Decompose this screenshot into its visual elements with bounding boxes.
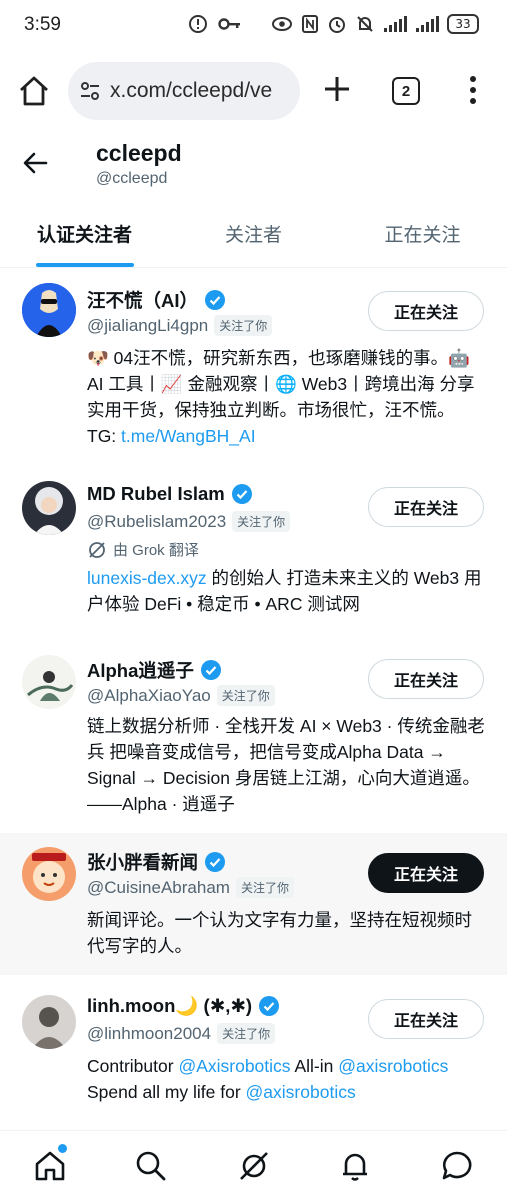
notifications-icon[interactable] [338, 1149, 372, 1183]
verified-badge-icon [231, 484, 252, 504]
url-text[interactable]: x.com/ccleepd/ve [110, 79, 272, 103]
verified-badge-icon [205, 290, 226, 310]
home-icon[interactable] [33, 1149, 67, 1183]
bio-link[interactable]: t.me/WangBH_AI [121, 426, 256, 446]
follows-you-badge: 关注了你 [235, 877, 294, 898]
avatar[interactable] [22, 847, 76, 901]
signal-icon [416, 16, 439, 32]
tab-followers[interactable]: 关注者 [169, 200, 338, 267]
eye-icon [272, 17, 292, 31]
back-arrow-icon[interactable] [22, 150, 48, 176]
search-icon[interactable] [134, 1149, 168, 1183]
more-menu-icon[interactable] [462, 74, 484, 106]
bio-mention[interactable]: @axisrobotics [246, 1082, 356, 1102]
avatar[interactable] [22, 655, 76, 709]
user-bio: 🐶 04汪不慌，研究新东西，也琢磨赚钱的事。🤖 AI 工具丨📈 金融观察丨🌐 W… [87, 348, 475, 446]
follows-you-badge: 关注了你 [232, 511, 291, 532]
status-bar: 3:59 33 [0, 0, 507, 52]
bio-mention[interactable]: @Axisrobotics [178, 1056, 290, 1076]
messages-icon[interactable] [440, 1149, 474, 1183]
battery-icon: 33 [447, 14, 479, 34]
user-name: linh.moon🌙 (✱,✱) [87, 995, 253, 1016]
bio-mention[interactable]: @axisrobotics [338, 1056, 448, 1076]
user-bio: Contributor @Axisrobotics All-in @axisro… [87, 1056, 449, 1102]
avatar[interactable] [22, 995, 76, 1049]
mute-icon [357, 16, 373, 32]
new-tab-icon[interactable] [322, 74, 352, 104]
verified-badge-icon [200, 660, 221, 680]
user-row[interactable]: MD Rubel Islam @Rubelislam2023 关注了你 正在关注… [0, 467, 507, 641]
follows-you-badge: 关注了你 [216, 685, 275, 706]
user-handle: @linhmoon2004 [87, 1023, 212, 1043]
user-row[interactable]: 汪不慌（AI） @jialiangLi4gpn 关注了你 正在关注 🐶 04汪不… [0, 269, 507, 467]
grok-translation-label[interactable]: 由 Grok 翻译 [113, 539, 199, 560]
following-button[interactable]: 正在关注 [368, 487, 484, 527]
alarm-icon [329, 17, 345, 33]
profile-handle: @ccleepd [96, 170, 168, 187]
follow-tabs: 认证关注者 关注者 正在关注 [0, 200, 507, 268]
user-handle: @CuisineAbraham [87, 877, 230, 897]
profile-header: ccleepd @ccleepd [0, 128, 507, 198]
following-button[interactable]: 正在关注 [368, 853, 484, 893]
follows-you-badge: 关注了你 [214, 315, 273, 336]
home-button-icon[interactable] [17, 74, 51, 108]
user-row[interactable]: 张小胖看新闻 @CuisineAbraham 关注了你 正在关注 新闻评论。一个… [0, 833, 507, 975]
status-time: 3:59 [24, 14, 61, 35]
user-row[interactable]: linh.moon🌙 (✱,✱) @linhmoon2004 关注了你 正在关注… [0, 975, 507, 1130]
avatar[interactable] [22, 283, 76, 337]
alert-circle-icon [189, 15, 207, 33]
key-icon [218, 18, 240, 30]
user-name: 张小胖看新闻 [87, 852, 199, 873]
address-bar[interactable]: x.com/ccleepd/ve [68, 62, 300, 120]
user-bio: 新闻评论。一个认为文字有力量，坚持在短视频时代写字的人。 [87, 910, 472, 956]
avatar[interactable] [22, 481, 76, 535]
verified-badge-icon [205, 852, 226, 872]
user-name: Alpha逍遥子 [87, 660, 194, 681]
nfc-icon [302, 15, 318, 33]
user-handle: @jialiangLi4gpn [87, 315, 209, 335]
profile-name: ccleepd [96, 140, 182, 166]
bottom-navigation [0, 1130, 507, 1200]
following-button[interactable]: 正在关注 [368, 999, 484, 1039]
active-tab-indicator [35, 263, 134, 267]
user-name: MD Rubel Islam [87, 483, 225, 504]
grok-icon[interactable] [237, 1149, 271, 1183]
tab-switcher-button[interactable]: 2 [392, 77, 420, 105]
site-settings-icon[interactable] [78, 79, 102, 103]
following-button[interactable]: 正在关注 [368, 291, 484, 331]
follows-you-badge: 关注了你 [217, 1023, 276, 1044]
following-button[interactable]: 正在关注 [368, 659, 484, 699]
signal-icon [384, 16, 407, 32]
user-bio: lunexis-dex.xyz 的创始人 打造未来主义的 Web3 用户体验 D… [87, 568, 482, 614]
user-bio: 链上数据分析师 · 全栈开发 AI × Web3 · 传统金融老兵 把噪音变成信… [87, 716, 485, 814]
verified-badge-icon [259, 996, 280, 1016]
grok-icon [89, 541, 105, 558]
user-name: 汪不慌（AI） [87, 290, 199, 311]
home-notification-dot [58, 1144, 67, 1153]
user-row[interactable]: Alpha逍遥子 @AlphaXiaoYao 关注了你 正在关注 链上数据分析师… [0, 641, 507, 833]
tab-verified-followers[interactable]: 认证关注者 [0, 200, 169, 267]
browser-toolbar: x.com/ccleepd/ve 2 [0, 52, 507, 128]
user-handle: @Rubelislam2023 [87, 511, 227, 531]
user-handle: @AlphaXiaoYao [87, 685, 211, 705]
tab-following[interactable]: 正在关注 [338, 200, 507, 267]
bio-link[interactable]: lunexis-dex.xyz [87, 568, 207, 588]
